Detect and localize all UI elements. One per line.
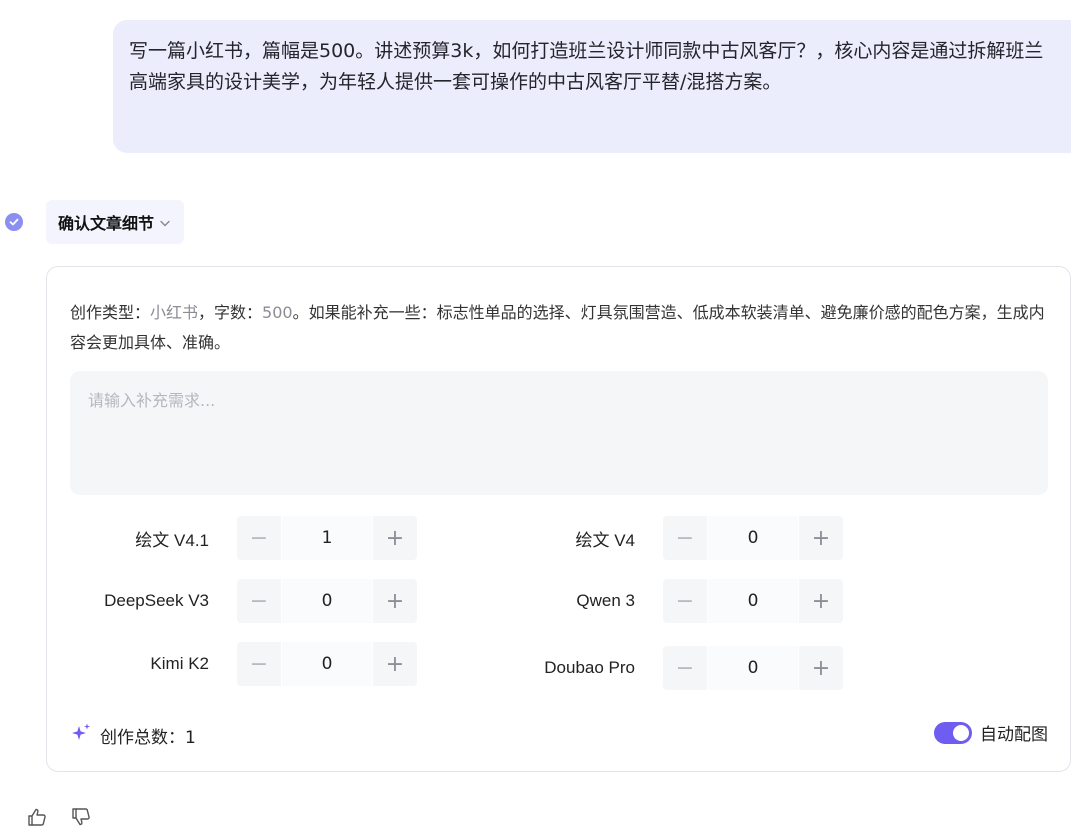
toggle-knob bbox=[953, 724, 969, 741]
auto-image-setting: 自动配图 bbox=[934, 720, 1048, 745]
step-toggle-button[interactable]: 确认文章细节 bbox=[46, 200, 185, 244]
quantity-stepper: − 0 + bbox=[663, 516, 843, 560]
check-circle-icon bbox=[5, 213, 23, 231]
total-label: 创作总数： bbox=[100, 728, 185, 748]
total-count: 创作总数：1 bbox=[70, 722, 196, 749]
step-row: 确认文章细节 bbox=[0, 200, 400, 244]
decrement-button[interactable]: − bbox=[663, 516, 707, 560]
quantity-stepper: − 0 + bbox=[237, 579, 417, 623]
words-value: 500 bbox=[262, 303, 293, 322]
increment-button[interactable]: + bbox=[799, 579, 843, 623]
increment-button[interactable]: + bbox=[799, 516, 843, 560]
quantity-value: 0 bbox=[707, 516, 799, 560]
model-row: Qwen 3 − 0 + bbox=[483, 579, 843, 623]
quantity-stepper: − 1 + bbox=[237, 516, 417, 560]
quantity-stepper: − 0 + bbox=[663, 646, 843, 690]
user-message-text: 写一篇小红书，篇幅是500。讲述预算3k，如何打造班兰设计师同款中古风客厅？，核… bbox=[129, 40, 1044, 93]
quantity-value: 0 bbox=[707, 646, 799, 690]
model-row: 绘文 V4 − 0 + bbox=[483, 516, 843, 560]
model-row: DeepSeek V3 − 0 + bbox=[47, 579, 417, 623]
step-label: 确认文章细节 bbox=[58, 214, 155, 233]
decrement-button[interactable]: − bbox=[237, 516, 281, 560]
article-detail-card: 创作类型：小红书，字数：500。如果能补充一些：标志性单品的选择、灯具氛围营造、… bbox=[46, 266, 1071, 772]
quantity-value: 0 bbox=[281, 642, 373, 686]
type-value: 小红书 bbox=[150, 303, 199, 322]
requirement-input[interactable] bbox=[70, 371, 1048, 495]
model-row: Kimi K2 − 0 + bbox=[47, 642, 417, 686]
auto-image-toggle[interactable] bbox=[934, 721, 972, 744]
desc-sep: ，字数： bbox=[198, 303, 263, 322]
thumbs-down-icon[interactable] bbox=[70, 806, 92, 828]
increment-button[interactable]: + bbox=[373, 642, 417, 686]
quantity-value: 1 bbox=[281, 516, 373, 560]
increment-button[interactable]: + bbox=[373, 579, 417, 623]
model-name: 绘文 V4.1 bbox=[135, 530, 209, 550]
model-name: Kimi K2 bbox=[150, 654, 209, 673]
desc-prefix: 创作类型： bbox=[70, 303, 151, 322]
decrement-button[interactable]: − bbox=[663, 579, 707, 623]
decrement-button[interactable]: − bbox=[237, 642, 281, 686]
quantity-stepper: − 0 + bbox=[663, 579, 843, 623]
card-description: 创作类型：小红书，字数：500。如果能补充一些：标志性单品的选择、灯具氛围营造、… bbox=[70, 298, 1060, 358]
increment-button[interactable]: + bbox=[373, 516, 417, 560]
decrement-button[interactable]: − bbox=[237, 579, 281, 623]
user-message-bubble: 写一篇小红书，篇幅是500。讲述预算3k，如何打造班兰设计师同款中古风客厅？，核… bbox=[113, 20, 1071, 153]
model-name: Doubao Pro bbox=[544, 658, 635, 677]
model-row: Doubao Pro − 0 + bbox=[483, 646, 843, 690]
quantity-value: 0 bbox=[707, 579, 799, 623]
decrement-button[interactable]: − bbox=[663, 646, 707, 690]
model-name: DeepSeek V3 bbox=[104, 591, 209, 610]
thumbs-up-icon[interactable] bbox=[26, 806, 48, 828]
increment-button[interactable]: + bbox=[799, 646, 843, 690]
quantity-stepper: − 0 + bbox=[237, 642, 417, 686]
quantity-value: 0 bbox=[281, 579, 373, 623]
model-row: 绘文 V4.1 − 1 + bbox=[47, 516, 417, 560]
chevron-down-icon bbox=[158, 215, 172, 229]
sparkle-icon bbox=[70, 722, 92, 749]
total-value: 1 bbox=[185, 728, 196, 748]
model-name: Qwen 3 bbox=[576, 591, 635, 610]
auto-image-label: 自动配图 bbox=[980, 725, 1048, 745]
feedback-bar bbox=[26, 806, 92, 828]
model-name: 绘文 V4 bbox=[575, 530, 635, 550]
